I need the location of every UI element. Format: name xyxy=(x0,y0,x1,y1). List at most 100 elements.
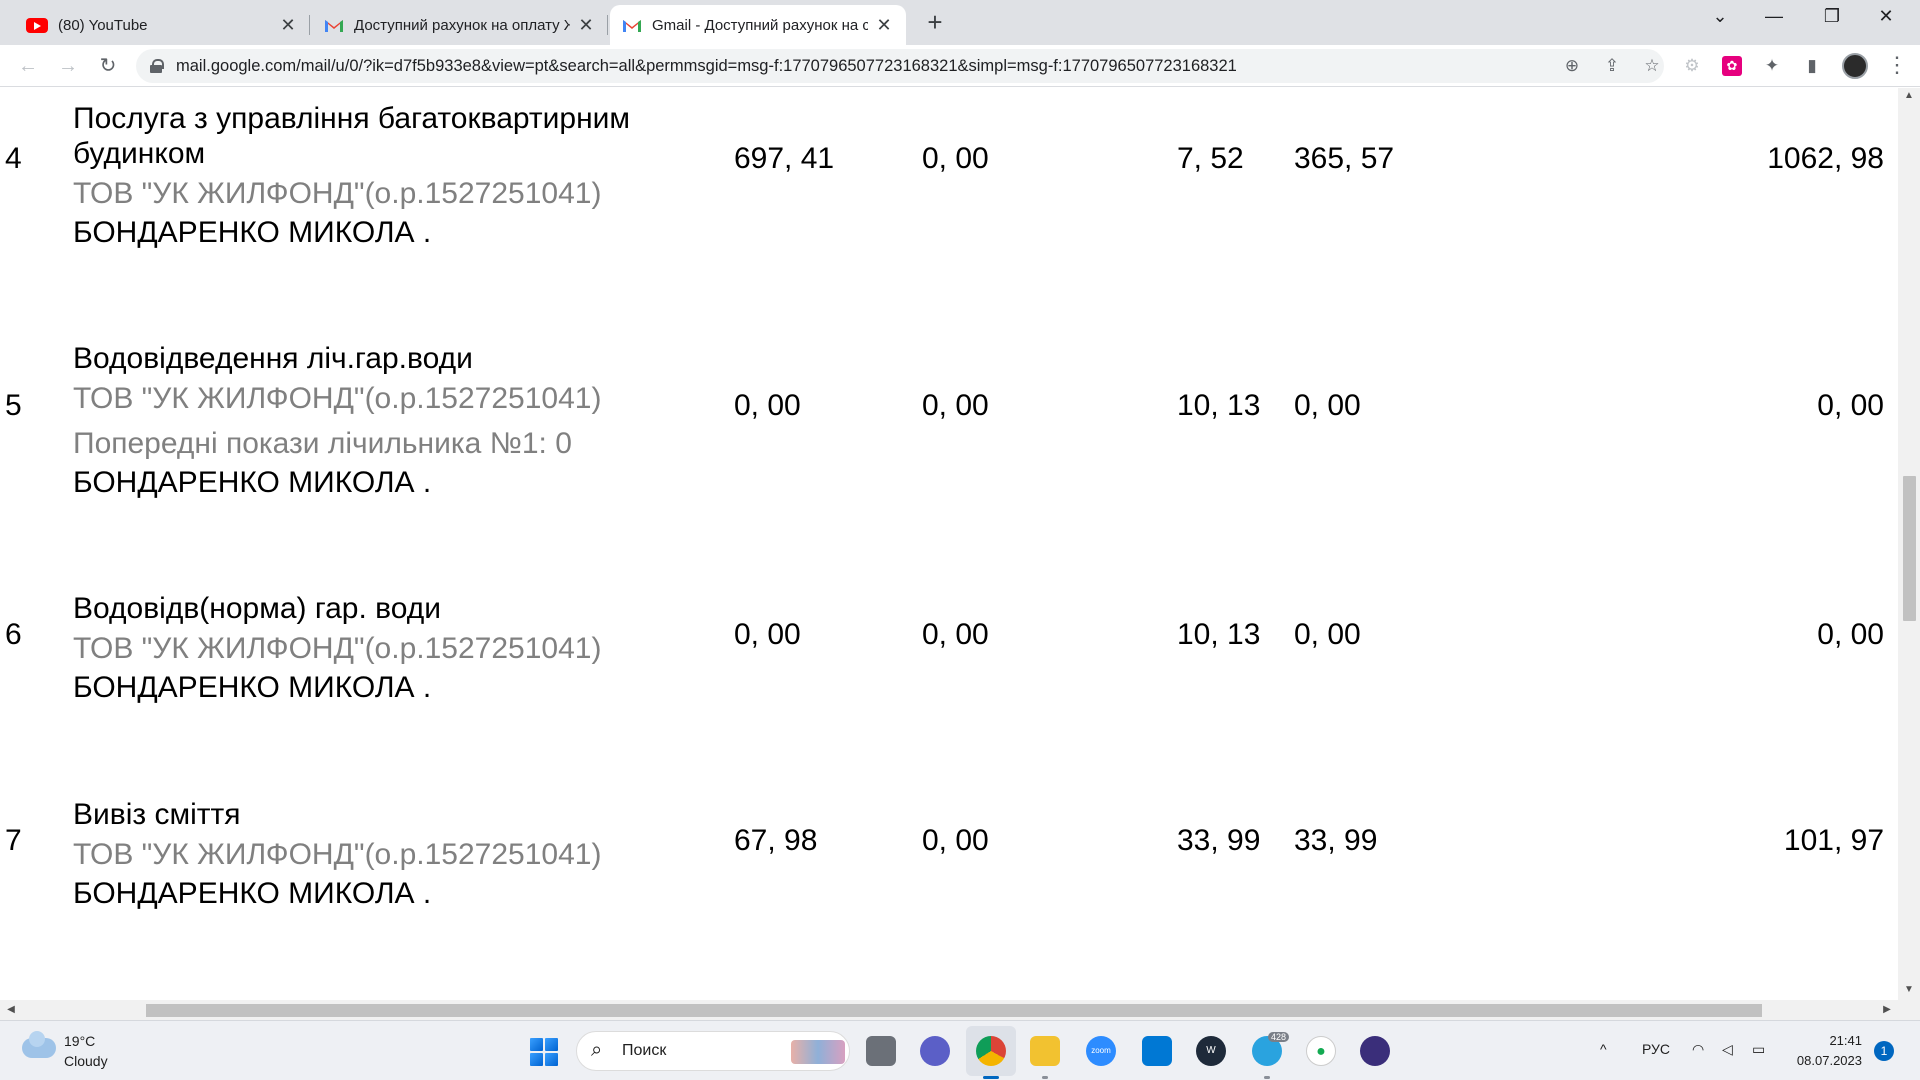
amount-total: 101, 97 xyxy=(1783,824,1884,857)
lock-icon[interactable] xyxy=(150,59,164,73)
extensions-puzzle-icon[interactable]: ✦ xyxy=(1760,54,1784,78)
person-name: БОНДАРЕНКО МИКОЛА . xyxy=(73,877,432,910)
weather-temperature: 19°C xyxy=(64,1033,96,1049)
telegram-badge: 428 xyxy=(1268,1032,1290,1042)
tab-gmail-invoice[interactable]: Доступний рахунок на оплату Ж ✕ xyxy=(312,5,608,45)
scroll-down-arrow[interactable]: ▼ xyxy=(1898,984,1920,995)
app-w-icon[interactable]: W xyxy=(1196,1036,1226,1066)
invoice-table: 4 Послуга з управління багатоквартирним … xyxy=(0,88,1898,1000)
extension-pink-icon[interactable]: ✿ xyxy=(1722,56,1742,76)
person-name: БОНДАРЕНКО МИКОЛА . xyxy=(73,671,432,704)
amount-total: 0, 00 xyxy=(1817,389,1884,422)
windows-taskbar: 19°C Cloudy ⌕ Поиск zoom W 428 ● ^ РУС ◠… xyxy=(0,1020,1920,1080)
bookmark-star-icon[interactable]: ☆ xyxy=(1640,54,1664,78)
horizontal-scroll-thumb[interactable] xyxy=(146,1004,1762,1017)
row-index: 4 xyxy=(5,142,22,175)
tab-gmail-active[interactable]: Gmail - Доступний рахунок на с ✕ xyxy=(610,5,906,45)
close-tab-icon[interactable]: ✕ xyxy=(576,15,596,36)
address-bar[interactable]: mail.google.com/mail/u/0/?ik=d7f5b933e8&… xyxy=(136,49,1664,83)
tray-chevron-icon[interactable]: ^ xyxy=(1600,1041,1607,1057)
provider-name: ТОВ "УК ЖИЛФОНД"(о.р.1527251041) xyxy=(73,382,602,415)
tab-title: Доступний рахунок на оплату Ж xyxy=(354,16,570,34)
tab-search-button[interactable]: ⌄ xyxy=(1700,6,1740,34)
service-name: Водовідведення ліч.гар.води xyxy=(73,342,473,375)
amount-total: 1062, 98 xyxy=(1767,142,1884,175)
clock-time: 21:41 xyxy=(1829,1033,1862,1048)
app-purple-icon[interactable] xyxy=(1360,1036,1390,1066)
search-highlight-image xyxy=(791,1040,845,1064)
file-explorer-icon[interactable] xyxy=(1030,1036,1060,1066)
share-icon[interactable]: ⇪ xyxy=(1600,54,1624,78)
amount-col3: 7, 52 xyxy=(1177,142,1244,175)
close-tab-icon[interactable]: ✕ xyxy=(278,15,298,36)
provider-name: ТОВ "УК ЖИЛФОНД"(о.р.1527251041) xyxy=(73,632,602,665)
forward-button[interactable]: → xyxy=(54,52,82,80)
system-clock[interactable]: 21:41 08.07.2023 xyxy=(1792,1031,1862,1071)
amount-col3: 10, 13 xyxy=(1177,389,1261,422)
zoom-icon[interactable]: ⊕ xyxy=(1560,54,1584,78)
cloud-icon xyxy=(22,1031,56,1058)
browser-menu-icon[interactable]: ⋮ xyxy=(1886,50,1908,80)
url-text[interactable]: mail.google.com/mail/u/0/?ik=d7f5b933e8&… xyxy=(176,57,1566,76)
amount-col4: 365, 57 xyxy=(1294,142,1395,175)
new-tab-button[interactable]: + xyxy=(920,8,950,38)
meter-note: Попередні покази лічильника №1: 0 xyxy=(73,427,572,460)
tab-youtube[interactable]: (80) YouTube ✕ xyxy=(14,5,310,45)
clock-date: 08.07.2023 xyxy=(1796,1053,1862,1068)
close-tab-icon[interactable]: ✕ xyxy=(874,15,894,36)
gmail-icon xyxy=(325,19,343,32)
scroll-left-arrow[interactable]: ◀ xyxy=(0,1004,22,1015)
profile-avatar[interactable] xyxy=(1842,53,1868,79)
task-view-icon[interactable] xyxy=(866,1036,896,1066)
amount-col4: 0, 00 xyxy=(1294,618,1361,651)
amount-col1: 0, 00 xyxy=(734,618,801,651)
volume-icon[interactable]: ◁ xyxy=(1722,1041,1733,1058)
running-indicator xyxy=(1042,1076,1048,1079)
scroll-up-arrow[interactable]: ▲ xyxy=(1898,90,1920,101)
close-window-button[interactable]: ✕ xyxy=(1866,6,1906,34)
vscode-icon[interactable] xyxy=(1142,1036,1172,1066)
person-name: БОНДАРЕНКО МИКОЛА . xyxy=(73,466,432,499)
input-language[interactable]: РУС xyxy=(1642,1041,1670,1057)
service-name: Вивіз сміття xyxy=(73,798,241,831)
windows-logo-icon xyxy=(530,1038,543,1051)
amount-col4: 0, 00 xyxy=(1294,389,1361,422)
provider-name: ТОВ "УК ЖИЛФОНД"(о.р.1527251041) xyxy=(73,838,602,871)
chrome-icon[interactable] xyxy=(976,1036,1006,1066)
running-indicator xyxy=(983,1076,999,1079)
amount-col2: 0, 00 xyxy=(922,618,989,651)
restore-button[interactable]: ❐ xyxy=(1812,6,1852,34)
horizontal-scrollbar[interactable]: ◀ ▶ xyxy=(0,1000,1898,1020)
tab-strip: (80) YouTube ✕ Доступний рахунок на опла… xyxy=(0,0,1920,45)
person-name: БОНДАРЕНКО МИКОЛА . xyxy=(73,216,432,249)
extension-icon[interactable]: ⚙ xyxy=(1680,54,1704,78)
side-panel-icon[interactable]: ▮ xyxy=(1800,54,1824,78)
notification-badge[interactable]: 1 xyxy=(1874,1041,1894,1061)
minimize-button[interactable]: — xyxy=(1754,6,1794,34)
teams-chat-icon[interactable] xyxy=(920,1036,950,1066)
row-index: 7 xyxy=(5,824,22,857)
amount-col3: 10, 13 xyxy=(1177,618,1261,651)
youtube-icon xyxy=(26,17,48,33)
reload-button[interactable]: ↻ xyxy=(94,52,122,80)
amount-col2: 0, 00 xyxy=(922,389,989,422)
service-name-cont: будинком xyxy=(73,137,206,170)
zoom-icon[interactable]: zoom xyxy=(1086,1036,1116,1066)
tab-title: Gmail - Доступний рахунок на с xyxy=(652,16,868,34)
wifi-icon[interactable]: ◠ xyxy=(1692,1041,1704,1058)
vertical-scrollbar[interactable]: ▲ ▼ xyxy=(1898,88,1920,1020)
service-name: Водовідв(норма) гар. води xyxy=(73,592,442,625)
search-icon: ⌕ xyxy=(591,1039,603,1061)
running-indicator xyxy=(1264,1076,1270,1079)
amount-total: 0, 00 xyxy=(1817,618,1884,651)
scroll-right-arrow[interactable]: ▶ xyxy=(1876,1004,1898,1015)
taskbar-search[interactable]: ⌕ Поиск xyxy=(576,1031,850,1071)
gmail-icon xyxy=(623,19,641,32)
back-button[interactable]: ← xyxy=(14,52,42,80)
battery-icon[interactable]: ▭ xyxy=(1752,1041,1765,1058)
browser-toolbar: ← → ↻ mail.google.com/mail/u/0/?ik=d7f5b… xyxy=(0,45,1920,87)
start-button[interactable] xyxy=(530,1038,558,1066)
vertical-scroll-thumb[interactable] xyxy=(1903,476,1916,621)
amount-col3: 33, 99 xyxy=(1177,824,1261,857)
mongodb-icon[interactable]: ● xyxy=(1306,1036,1336,1066)
